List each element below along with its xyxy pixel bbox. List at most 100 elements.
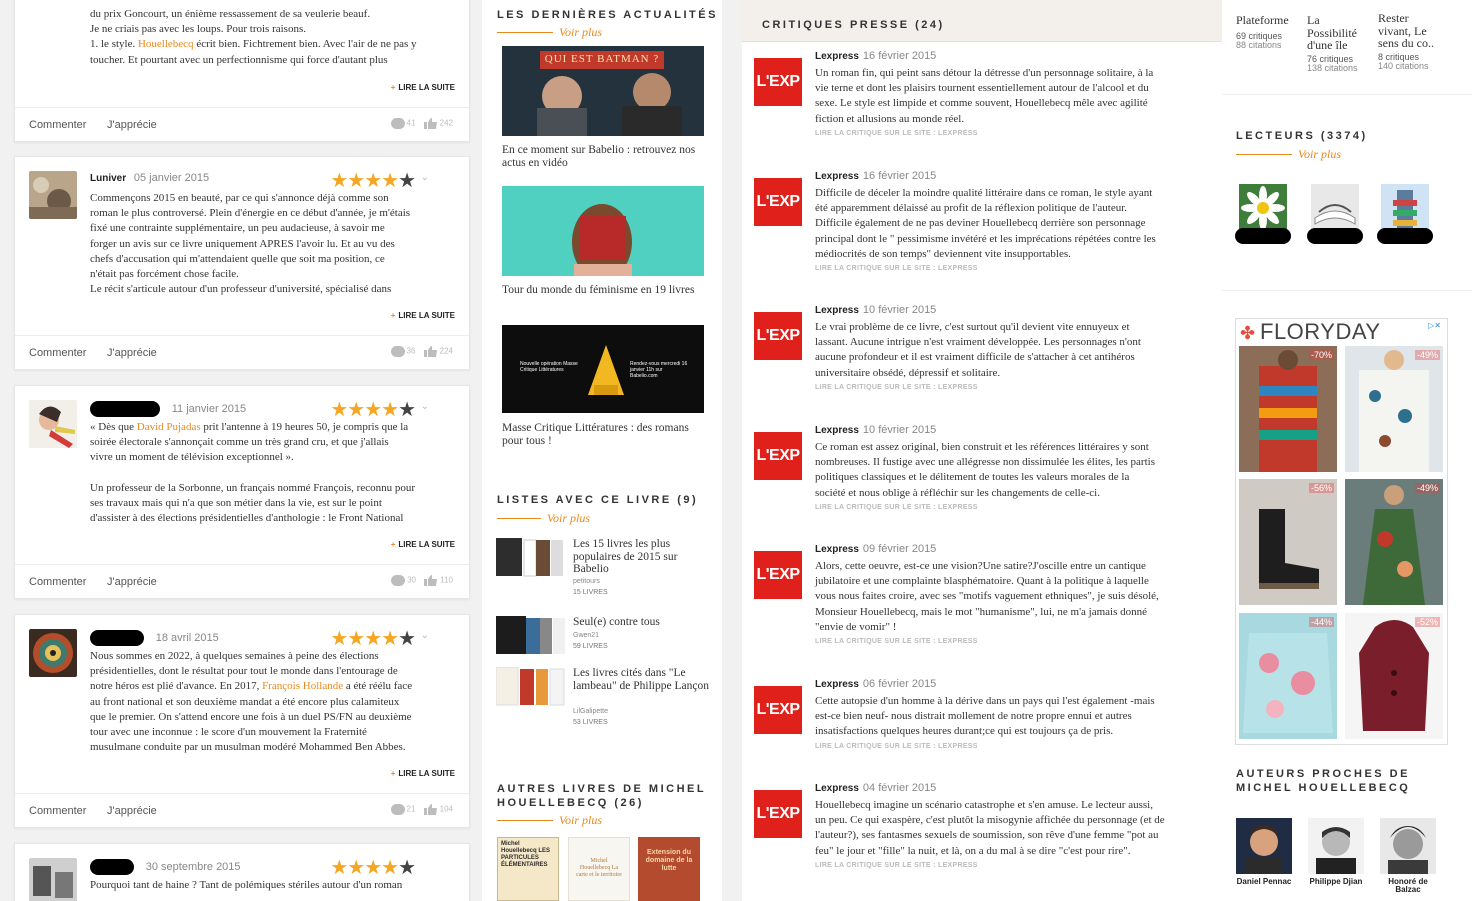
press-header: CRITIQUES PRESSE (24) bbox=[742, 0, 1222, 42]
list-author[interactable]: petitours bbox=[573, 578, 600, 585]
news-see-more[interactable]: Voir plus bbox=[497, 23, 602, 41]
like-button[interactable]: J'apprécie bbox=[107, 119, 157, 131]
lexpress-logo-icon[interactable]: L'EXP bbox=[754, 58, 802, 106]
press-source[interactable]: Lexpress bbox=[815, 544, 859, 555]
reader-avatar[interactable] bbox=[1307, 184, 1363, 244]
ad-product[interactable]: -70% bbox=[1239, 346, 1337, 472]
lists-see-more[interactable]: Voir plus bbox=[497, 509, 590, 527]
ad-product[interactable]: -56% bbox=[1239, 479, 1337, 605]
read-more-link[interactable]: + LIRE LA SUITE bbox=[391, 540, 455, 549]
news-caption[interactable]: En ce moment sur Babelio : retrouvez nos… bbox=[502, 144, 704, 169]
like-button[interactable]: J'apprécie bbox=[107, 347, 157, 359]
read-more-link[interactable]: + LIRE LA SUITE bbox=[391, 769, 455, 778]
press-source-link[interactable]: LIRE LA CRITIQUE SUR LE SITE : LEXPRESS bbox=[815, 638, 978, 645]
rating-stars: ★★★★★ bbox=[330, 628, 416, 650]
press-source[interactable]: Lexpress bbox=[815, 783, 859, 794]
near-author[interactable]: Honoré de Balzac bbox=[1380, 818, 1436, 894]
comment-button[interactable]: Commenter bbox=[29, 119, 86, 131]
review-author[interactable]: Luniver bbox=[90, 173, 126, 184]
press-source[interactable]: Lexpress bbox=[815, 305, 859, 316]
comment-button[interactable]: Commenter bbox=[29, 576, 86, 588]
press-source[interactable]: Lexpress bbox=[815, 679, 859, 690]
ad-choices-icon[interactable]: ▷✕ bbox=[1428, 321, 1441, 330]
redacted-reader bbox=[1377, 228, 1433, 244]
news-caption[interactable]: Tour du monde du féminisme en 19 livres bbox=[502, 284, 704, 297]
lexpress-logo-icon[interactable]: L'EXP bbox=[754, 551, 802, 599]
news-banner: QUI EST BATMAN ? bbox=[544, 53, 660, 65]
news-caption[interactable]: Masse Critique Littératures : des romans… bbox=[502, 422, 704, 447]
related-book[interactable]: Plateforme 69 critiques 88 citations bbox=[1236, 14, 1289, 50]
press-source-link[interactable]: LIRE LA CRITIQUE SUR LE SITE : LEXPRESS bbox=[815, 743, 978, 750]
press-date: 10 février 2015 bbox=[862, 304, 937, 316]
lexpress-logo-icon[interactable]: L'EXP bbox=[754, 312, 802, 360]
floryday-logo-icon: ✤ bbox=[1240, 323, 1256, 344]
ad-product[interactable]: -49% bbox=[1345, 346, 1443, 472]
chevron-down-icon[interactable]: ⌄ bbox=[421, 172, 429, 183]
press-date: 04 février 2015 bbox=[862, 782, 937, 794]
press-source-link[interactable]: LIRE LA CRITIQUE SUR LE SITE : LEXPRESS bbox=[815, 504, 978, 511]
news-thumbnail[interactable]: QUI EST BATMAN ? bbox=[502, 46, 704, 136]
review-text: Pourquoi tant de haine ? Tant de polémiq… bbox=[90, 879, 403, 891]
related-book[interactable]: La Possibilité d'une île 76 critiques 13… bbox=[1307, 14, 1358, 73]
news-thumbnail[interactable] bbox=[502, 186, 704, 276]
list-title[interactable]: Les 15 livres les plus populaires de 201… bbox=[573, 538, 711, 576]
like-button[interactable]: J'apprécie bbox=[107, 805, 157, 817]
like-button[interactable]: J'apprécie bbox=[107, 576, 157, 588]
ad-product[interactable]: -52% bbox=[1345, 613, 1443, 739]
book-cover[interactable]: Extension du domaine de la lutte bbox=[638, 837, 700, 901]
review-card: 30 septembre 2015 ★★★★★ Pourquoi tant de… bbox=[14, 843, 470, 901]
read-more-link[interactable]: + LIRE LA SUITE bbox=[391, 83, 455, 92]
author-link[interactable]: Houellebecq bbox=[138, 38, 194, 50]
press-source-link[interactable]: LIRE LA CRITIQUE SUR LE SITE : LEXPRESS bbox=[815, 862, 978, 869]
book-cover[interactable]: Michel Houellebecq La carte et le territ… bbox=[568, 837, 630, 901]
reader-avatar[interactable] bbox=[1377, 184, 1433, 244]
press-source-link[interactable]: LIRE LA CRITIQUE SUR LE SITE : LEXPRESS bbox=[815, 130, 978, 137]
press-source[interactable]: Lexpress bbox=[815, 171, 859, 182]
reader-avatar[interactable] bbox=[1235, 184, 1291, 244]
list-title[interactable]: Les livres cités dans "Le lambeau" de Ph… bbox=[573, 667, 711, 692]
list-item[interactable]: Les livres cités dans "Le lambeau" de Ph… bbox=[496, 667, 711, 729]
list-author[interactable]: Gwen21 bbox=[573, 632, 599, 639]
person-link[interactable]: François Hollande bbox=[262, 680, 343, 692]
list-covers bbox=[496, 667, 565, 706]
comment-button[interactable]: Commenter bbox=[29, 805, 86, 817]
chevron-down-icon[interactable]: ⌄ bbox=[421, 401, 429, 412]
press-text: Houellebecq imagine un scénario catastro… bbox=[815, 799, 1165, 857]
avatar[interactable] bbox=[29, 629, 77, 677]
rating-stars: ★★★★★ bbox=[330, 170, 416, 192]
read-more-link[interactable]: + LIRE LA SUITE bbox=[391, 311, 455, 320]
ad-product[interactable]: -44% bbox=[1239, 613, 1337, 739]
chevron-down-icon[interactable]: ⌄ bbox=[421, 630, 429, 641]
lexpress-logo-icon[interactable]: L'EXP bbox=[754, 178, 802, 226]
press-source[interactable]: Lexpress bbox=[815, 425, 859, 436]
press-date: 16 février 2015 bbox=[862, 170, 937, 182]
list-title[interactable]: Seul(e) contre tous bbox=[573, 616, 711, 629]
press-source-link[interactable]: LIRE LA CRITIQUE SUR LE SITE : LEXPRESS bbox=[815, 384, 978, 391]
related-book[interactable]: Rester vivant, Le sens du co.. 8 critiqu… bbox=[1378, 12, 1434, 71]
near-author[interactable]: Daniel Pennac bbox=[1236, 818, 1292, 886]
list-author[interactable]: LilGalipette bbox=[573, 708, 608, 715]
other-books-see-more[interactable]: Voir plus bbox=[497, 811, 602, 829]
ad-product[interactable]: -49% bbox=[1345, 479, 1443, 605]
press-source[interactable]: Lexpress bbox=[815, 51, 859, 62]
lexpress-logo-icon[interactable]: L'EXP bbox=[754, 790, 802, 838]
thumbs-up-icon bbox=[423, 804, 437, 815]
person-link[interactable]: David Pujadas bbox=[137, 421, 201, 433]
press-source-link[interactable]: LIRE LA CRITIQUE SUR LE SITE : LEXPRESS bbox=[815, 265, 978, 272]
lexpress-logo-icon[interactable]: L'EXP bbox=[754, 686, 802, 734]
near-author[interactable]: Philippe Djian bbox=[1308, 818, 1364, 886]
list-item[interactable]: Les 15 livres les plus populaires de 201… bbox=[496, 538, 711, 600]
book-cover[interactable]: Michel Houellebecq LES PARTICULES ÉLÉMEN… bbox=[497, 837, 559, 901]
avatar[interactable] bbox=[29, 171, 77, 219]
list-count: 59 LIVRES bbox=[573, 643, 608, 650]
comment-button[interactable]: Commenter bbox=[29, 347, 86, 359]
press-text: Ce roman est assez original, bien constr… bbox=[815, 441, 1155, 499]
avatar[interactable] bbox=[29, 858, 77, 901]
advertisement[interactable]: ✤ FLORYDAY ▷✕ -70% -49% -56% -49% -44% -… bbox=[1235, 318, 1448, 745]
press-date: 16 février 2015 bbox=[862, 50, 937, 62]
lexpress-logo-icon[interactable]: L'EXP bbox=[754, 432, 802, 480]
review-stats: 21 104 bbox=[385, 804, 453, 815]
avatar[interactable] bbox=[29, 400, 77, 448]
news-thumbnail[interactable]: Nouvelle opération Masse Critique Littér… bbox=[502, 325, 704, 413]
readers-see-more[interactable]: Voir plus bbox=[1236, 145, 1341, 163]
